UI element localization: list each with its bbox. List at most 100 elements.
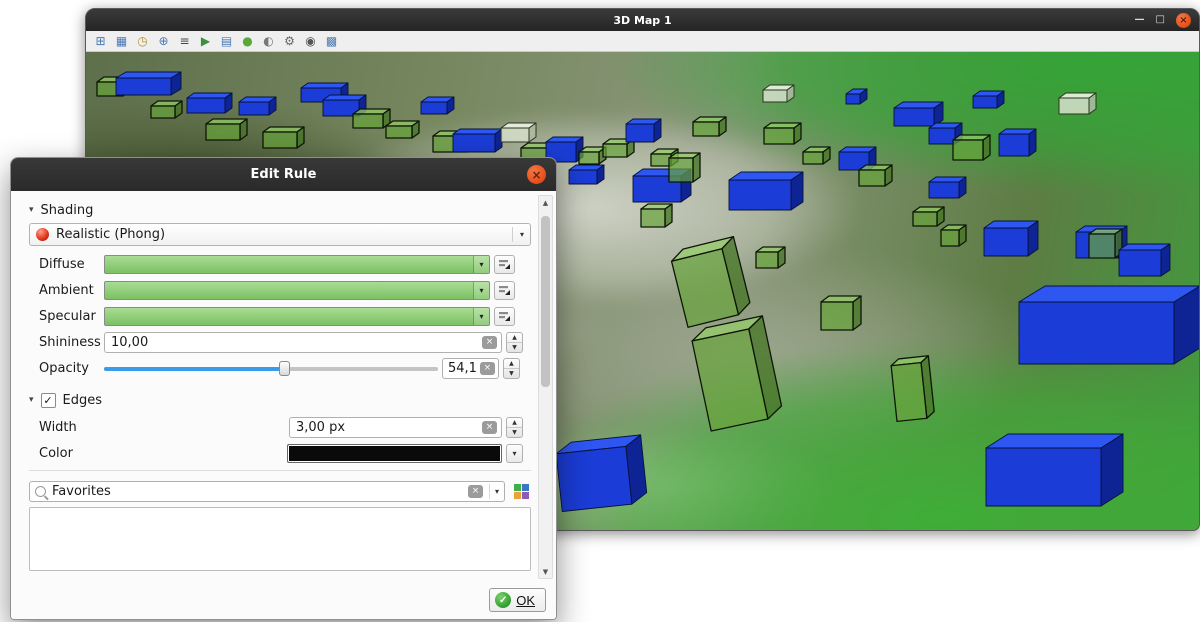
export-scene-icon[interactable]: ▤ bbox=[219, 35, 234, 47]
play-animation-icon[interactable]: ▶ bbox=[198, 35, 213, 47]
edge-color-label: Color bbox=[39, 446, 104, 461]
edge-width-value: 3,00 px bbox=[296, 420, 478, 435]
effects-icon[interactable]: ● bbox=[240, 35, 255, 47]
edge-width-spinner[interactable]: ▲ ▼ bbox=[506, 417, 523, 438]
favorites-row: Favorites × ▾ bbox=[29, 481, 531, 502]
dialog-close-button[interactable]: × bbox=[527, 165, 546, 184]
specular-color-button[interactable]: ▾ bbox=[104, 307, 490, 326]
edge-color-button[interactable] bbox=[287, 444, 502, 463]
opacity-slider[interactable] bbox=[104, 358, 438, 379]
camera-control-icon[interactable]: ⊞ bbox=[93, 35, 108, 47]
shininess-spinbox[interactable]: 10,00 × bbox=[104, 332, 502, 353]
opacity-value: 54,1 bbox=[448, 361, 477, 376]
dialog-scrollbar[interactable]: ▲ ▼ bbox=[538, 195, 553, 579]
close-button[interactable]: × bbox=[1176, 13, 1191, 28]
chevron-down-icon[interactable]: ▾ bbox=[473, 256, 489, 273]
specular-label: Specular bbox=[39, 309, 104, 324]
edge-width-row: Width 3,00 px × ▲ ▼ bbox=[29, 417, 531, 438]
opacity-slider-handle[interactable] bbox=[279, 361, 290, 376]
dialog-titlebar[interactable]: Edit Rule × bbox=[11, 158, 556, 191]
edges-checkbox[interactable]: ✓ bbox=[41, 393, 56, 408]
diffuse-label: Diffuse bbox=[39, 257, 104, 272]
favorites-filter-combobox[interactable]: Favorites × ▾ bbox=[29, 481, 505, 502]
settings-wrench-icon[interactable]: ⚙ bbox=[282, 35, 297, 47]
shading-section-label: Shading bbox=[41, 203, 94, 218]
section-divider bbox=[29, 470, 531, 471]
maximize-button[interactable]: □ bbox=[1156, 15, 1165, 25]
map-toolbar: ⊞ ▦ ◷ ⊕ ≡ ▶ ▤ ● ◐ ⚙ ◉ ▩ bbox=[86, 31, 1199, 52]
shadows-icon[interactable]: ◐ bbox=[261, 35, 276, 47]
map-window-title: 3D Map 1 bbox=[613, 14, 671, 27]
style-manager-button[interactable] bbox=[511, 482, 531, 502]
axes-grid-icon[interactable]: ▦ bbox=[114, 35, 129, 47]
chevron-down-icon[interactable]: ▾ bbox=[473, 282, 489, 299]
chevron-down-icon[interactable]: ▾ bbox=[489, 484, 499, 499]
data-defined-override-icon bbox=[498, 258, 511, 271]
clear-icon[interactable]: × bbox=[482, 336, 497, 349]
shading-type-value: Realistic (Phong) bbox=[56, 227, 165, 242]
edges-section-label: Edges bbox=[63, 393, 103, 408]
specular-data-defined-override-button[interactable] bbox=[494, 307, 515, 326]
style-manager-icon bbox=[514, 484, 529, 499]
edit-rule-dialog: Edit Rule × ▾ Shading Realistic (Phong) … bbox=[10, 157, 557, 620]
animation-icon[interactable]: ◷ bbox=[135, 35, 150, 47]
data-defined-override-icon bbox=[498, 310, 511, 323]
clear-icon[interactable]: × bbox=[468, 485, 483, 498]
spin-up-icon[interactable]: ▲ bbox=[507, 418, 522, 428]
diffuse-row: Diffuse ▾ bbox=[29, 254, 531, 275]
search-icon bbox=[35, 486, 46, 497]
minimize-button[interactable]: — bbox=[1135, 15, 1145, 25]
edge-color-dropdown-button[interactable]: ▾ bbox=[506, 444, 523, 463]
diffuse-color-button[interactable]: ▾ bbox=[104, 255, 490, 274]
spin-down-icon[interactable]: ▼ bbox=[507, 343, 522, 352]
ok-button[interactable]: ✓ OK bbox=[489, 588, 546, 612]
edge-width-spinbox[interactable]: 3,00 px × bbox=[289, 417, 502, 438]
camera-capture-icon[interactable]: ◉ bbox=[303, 35, 318, 47]
dialog-footer: ✓ OK bbox=[489, 588, 546, 612]
scroll-up-icon[interactable]: ▲ bbox=[539, 196, 552, 209]
dialog-body: ▾ Shading Realistic (Phong) ▾ Diffuse ▾ bbox=[11, 191, 556, 619]
edge-width-label: Width bbox=[39, 420, 104, 435]
shininess-value: 10,00 bbox=[111, 335, 478, 350]
shading-type-combobox[interactable]: Realistic (Phong) ▾ bbox=[29, 223, 531, 246]
scrollbar-thumb[interactable] bbox=[541, 216, 550, 387]
clear-icon[interactable]: × bbox=[482, 421, 497, 434]
chevron-down-icon: ▾ bbox=[512, 449, 516, 458]
shininess-spinner[interactable]: ▲ ▼ bbox=[506, 332, 523, 353]
ambient-label: Ambient bbox=[39, 283, 104, 298]
ambient-row: Ambient ▾ bbox=[29, 280, 531, 301]
opacity-spinner[interactable]: ▲ ▼ bbox=[503, 358, 520, 379]
zoom-in-icon[interactable]: ⊕ bbox=[156, 35, 171, 47]
edge-color-row: Color ▾ bbox=[29, 443, 531, 464]
collapse-triangle-icon[interactable]: ▾ bbox=[29, 205, 34, 215]
dialog-title: Edit Rule bbox=[251, 167, 317, 182]
data-defined-override-icon bbox=[498, 284, 511, 297]
shininess-label: Shininess bbox=[39, 335, 104, 350]
collapse-triangle-icon[interactable]: ▾ bbox=[29, 395, 34, 405]
spin-down-icon[interactable]: ▼ bbox=[504, 369, 519, 378]
specular-row: Specular ▾ bbox=[29, 306, 531, 327]
ok-button-label: OK bbox=[516, 593, 535, 608]
identify-layers-icon[interactable]: ≡ bbox=[177, 35, 192, 47]
spin-down-icon[interactable]: ▼ bbox=[507, 428, 522, 437]
edges-section-header[interactable]: ▾ ✓ Edges bbox=[29, 391, 531, 409]
map-window-titlebar[interactable]: 3D Map 1 — □ × bbox=[86, 9, 1199, 31]
ambient-color-button[interactable]: ▾ bbox=[104, 281, 490, 300]
desktop: 3D Map 1 — □ × ⊞ ▦ ◷ ⊕ ≡ ▶ ▤ ● ◐ ⚙ ◉ ▩ Edit Rule × … bbox=[0, 0, 1200, 622]
chevron-down-icon[interactable]: ▾ bbox=[512, 227, 524, 242]
spin-up-icon[interactable]: ▲ bbox=[504, 359, 519, 369]
scrollbar-track[interactable] bbox=[539, 209, 552, 565]
spin-up-icon[interactable]: ▲ bbox=[507, 333, 522, 343]
style-list[interactable] bbox=[29, 507, 531, 571]
scroll-down-icon[interactable]: ▼ bbox=[539, 565, 552, 578]
shading-section-header[interactable]: ▾ Shading bbox=[29, 201, 531, 219]
phong-sphere-icon bbox=[36, 228, 49, 241]
chevron-down-icon[interactable]: ▾ bbox=[473, 308, 489, 325]
map-theme-icon[interactable]: ▩ bbox=[324, 35, 339, 47]
clear-icon[interactable]: × bbox=[480, 362, 495, 375]
diffuse-data-defined-override-button[interactable] bbox=[494, 255, 515, 274]
ok-check-icon: ✓ bbox=[495, 592, 511, 608]
ambient-data-defined-override-button[interactable] bbox=[494, 281, 515, 300]
dialog-content: ▾ Shading Realistic (Phong) ▾ Diffuse ▾ bbox=[29, 201, 531, 571]
opacity-valuebox[interactable]: 54,1 × bbox=[442, 358, 499, 379]
